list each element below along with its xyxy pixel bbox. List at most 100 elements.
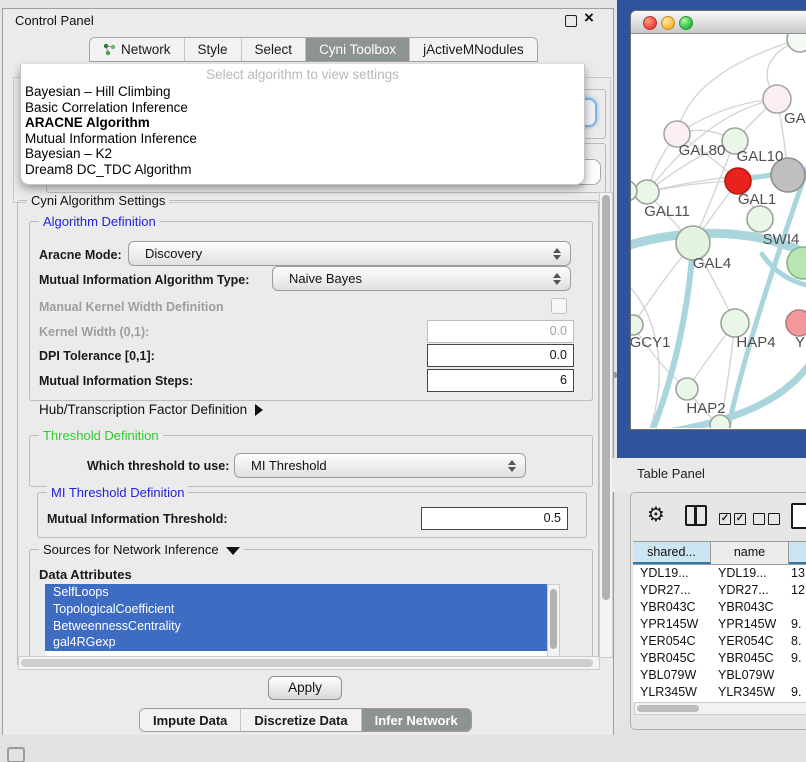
tab-infer-network[interactable]: Infer Network bbox=[362, 709, 471, 731]
attribute-list-scrollbar-thumb[interactable] bbox=[550, 589, 557, 649]
settings-vertical-scrollbar[interactable] bbox=[599, 192, 613, 658]
which-threshold-value: MI Threshold bbox=[251, 458, 327, 473]
table-cell: YDL19... bbox=[711, 565, 789, 582]
tab-label: jActiveMNodules bbox=[423, 42, 524, 57]
attribute-list-scrollbar[interactable] bbox=[547, 584, 560, 658]
table-row[interactable]: YPR145WYPR145W9. bbox=[633, 616, 806, 633]
node-label-gal10: GAL10 bbox=[737, 148, 784, 165]
column-header-shared...[interactable]: shared... bbox=[633, 542, 711, 564]
attribute-list-item[interactable]: gal4RGexp bbox=[45, 634, 547, 651]
tab-select[interactable]: Select bbox=[242, 38, 307, 61]
which-threshold-label: Which threshold to use: bbox=[87, 459, 229, 473]
table-row[interactable]: YBR043CYBR043C bbox=[633, 599, 806, 616]
table-panel-strip: Table Panel bbox=[612, 458, 806, 492]
tab-label: Select bbox=[255, 42, 293, 57]
table-body[interactable]: YDL19...YDL19...13YDR27...YDR27...12YBR0… bbox=[633, 565, 806, 703]
network-node-y[interactable] bbox=[786, 310, 806, 336]
network-node-gcy1[interactable] bbox=[631, 315, 643, 335]
mi-steps-label: Mutual Information Steps: bbox=[39, 374, 193, 388]
hub-tf-section-toggle[interactable]: Hub/Transcription Factor Definition bbox=[39, 402, 263, 417]
deselect-all-rows-icon[interactable] bbox=[753, 510, 783, 528]
mac-close-icon[interactable] bbox=[643, 16, 657, 30]
sources-title: Sources for Network Inference bbox=[39, 542, 244, 557]
tab-network[interactable]: Network bbox=[90, 38, 185, 61]
data-attributes-list[interactable]: SelfLoopsTopologicalCoefficientBetweenne… bbox=[45, 584, 547, 656]
network-icon bbox=[103, 43, 116, 56]
table-cell: 12 bbox=[789, 582, 806, 599]
network-graph-canvas[interactable]: GALGAL80GAL10GAL1GAL11SWI4GAL4GCY1HAP4YH… bbox=[631, 34, 806, 428]
table-horizontal-scrollbar-thumb[interactable] bbox=[637, 705, 699, 712]
algorithm-option[interactable]: ARACNE Algorithm bbox=[21, 115, 584, 131]
manual-kernel-checkbox[interactable] bbox=[551, 298, 567, 314]
network-node-swi4[interactable] bbox=[747, 206, 773, 232]
column-header-name[interactable]: name bbox=[711, 542, 789, 564]
table-cell: YER054C bbox=[711, 633, 789, 650]
mac-minimize-icon[interactable] bbox=[661, 16, 675, 30]
table-row[interactable]: YDR27...YDR27...12 bbox=[633, 582, 806, 599]
network-node-hap4[interactable] bbox=[721, 309, 749, 337]
table-row[interactable]: YDL19...YDL19...13 bbox=[633, 565, 806, 582]
network-node-gal11[interactable] bbox=[635, 180, 659, 204]
network-window-titlebar[interactable] bbox=[631, 11, 806, 34]
network-node-hap2[interactable] bbox=[676, 378, 698, 400]
network-node[interactable] bbox=[787, 34, 806, 52]
network-edge[interactable] bbox=[677, 99, 777, 134]
network-edge[interactable] bbox=[631, 280, 659, 428]
node-label-hap4: HAP4 bbox=[736, 334, 775, 351]
table-header-row[interactable]: shared...name bbox=[633, 541, 806, 565]
algorithm-option[interactable]: Mutual Information Inference bbox=[21, 131, 584, 147]
tab-jactivemnodules[interactable]: jActiveMNodules bbox=[410, 38, 537, 61]
algorithm-option[interactable]: Bayesian – Hill Climbing bbox=[21, 84, 584, 100]
tab-label: Cyni Toolbox bbox=[319, 42, 396, 57]
attribute-list-item[interactable]: SelfLoops bbox=[45, 584, 547, 601]
mi-threshold-input[interactable]: 0.5 bbox=[421, 507, 568, 530]
network-view-window[interactable]: GALGAL80GAL10GAL1GAL11SWI4GAL4GCY1HAP4YH… bbox=[630, 10, 806, 430]
node-label-gal4: GAL4 bbox=[693, 255, 731, 272]
table-row[interactable]: YBL079WYBL079W bbox=[633, 667, 806, 684]
settings-horizontal-scrollbar-thumb[interactable] bbox=[21, 659, 593, 667]
minimized-panel-icon[interactable] bbox=[7, 747, 25, 762]
network-node[interactable] bbox=[787, 247, 806, 279]
attribute-list-item[interactable]: BetweennessCentrality bbox=[45, 618, 547, 635]
settings-horizontal-scrollbar[interactable] bbox=[18, 656, 600, 670]
close-icon[interactable]: × bbox=[584, 8, 594, 28]
table-row[interactable]: YLR345WYLR345W9. bbox=[633, 684, 806, 701]
algorithm-option[interactable]: Basic Correlation Inference bbox=[21, 100, 584, 116]
tab-style[interactable]: Style bbox=[185, 38, 242, 61]
table-row[interactable]: YER054CYER054C8. bbox=[633, 633, 806, 650]
column-header-clipped[interactable] bbox=[789, 542, 806, 564]
table-cell: YBR045C bbox=[633, 650, 711, 667]
network-node-gal[interactable] bbox=[763, 85, 791, 113]
tab-discretize-data[interactable]: Discretize Data bbox=[241, 709, 361, 731]
table-cell bbox=[789, 599, 806, 616]
which-threshold-select[interactable]: MI Threshold bbox=[234, 453, 526, 478]
panel-splitter-handle[interactable] bbox=[613, 372, 617, 378]
apply-button[interactable]: Apply bbox=[268, 676, 342, 700]
attribute-list-item[interactable]: TopologicalCoefficient bbox=[45, 601, 547, 618]
float-window-icon[interactable] bbox=[565, 15, 577, 27]
node-label-gal11: GAL11 bbox=[644, 203, 690, 220]
algorithm-dropdown-placeholder: Select algorithm to view settings bbox=[21, 64, 584, 84]
tab-cyni-toolbox[interactable]: Cyni Toolbox bbox=[306, 38, 410, 61]
algorithm-option[interactable]: Dream8 DC_TDC Algorithm bbox=[21, 162, 584, 178]
data-attributes-label: Data Attributes bbox=[39, 567, 132, 582]
split-columns-icon[interactable] bbox=[685, 505, 707, 526]
aracne-mode-select[interactable]: Discovery bbox=[128, 241, 571, 266]
function-builder-icon[interactable] bbox=[791, 503, 806, 529]
settings-vertical-scrollbar-thumb[interactable] bbox=[602, 195, 610, 600]
mac-zoom-icon[interactable] bbox=[679, 16, 693, 30]
dpi-tolerance-input[interactable]: 0.0 bbox=[427, 344, 574, 367]
algorithm-option[interactable]: Bayesian – K2 bbox=[21, 146, 584, 162]
screen: Control Panel × NetworkStyleSelectCyni T… bbox=[0, 0, 806, 762]
table-row[interactable]: YBR045CYBR045C9. bbox=[633, 650, 806, 667]
mi-steps-input[interactable]: 6 bbox=[427, 369, 574, 392]
node-attribute-table[interactable]: shared...name YDL19...YDL19...13YDR27...… bbox=[633, 541, 806, 703]
table-panel-window: ⚙ ✓✓ shared...name YDL19...YDL19...13YDR… bbox=[630, 492, 806, 730]
control-panel: Control Panel × NetworkStyleSelectCyni T… bbox=[2, 8, 614, 737]
select-all-rows-icon[interactable]: ✓✓ bbox=[719, 510, 749, 528]
mi-type-select[interactable]: Naive Bayes bbox=[272, 266, 571, 291]
kernel-width-input[interactable]: 0.0 bbox=[427, 320, 574, 343]
table-horizontal-scrollbar[interactable] bbox=[634, 702, 806, 715]
tab-impute-data[interactable]: Impute Data bbox=[140, 709, 241, 731]
gear-icon[interactable]: ⚙ bbox=[647, 502, 665, 526]
